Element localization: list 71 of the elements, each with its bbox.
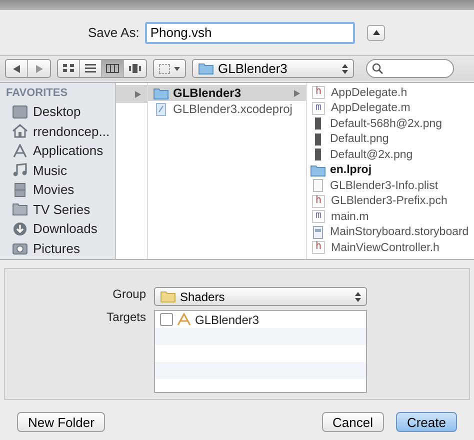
source-file-icon: m (312, 210, 325, 224)
sidebar-item[interactable]: rrendoncep... (33, 124, 110, 139)
header-file-icon: h (312, 241, 325, 254)
file-name[interactable]: Default.png (330, 133, 389, 146)
storyboard-file-icon (310, 226, 326, 239)
sidebar-item[interactable]: Desktop (33, 104, 81, 120)
view-mode-button[interactable] (102, 60, 124, 77)
folder-icon (310, 164, 326, 177)
checkbox[interactable] (160, 313, 173, 326)
file-name[interactable]: en.lproj (330, 164, 372, 176)
folder-icon (153, 86, 169, 100)
column-row[interactable] (116, 85, 147, 103)
file-name[interactable]: AppDelegate.h (331, 86, 408, 99)
source-file-icon: m (312, 102, 325, 115)
file-name[interactable]: MainViewController.h (331, 242, 440, 254)
project-file-icon (153, 102, 169, 116)
sidebar-item[interactable]: Movies (33, 182, 74, 198)
coverflow-view-icon (128, 64, 140, 73)
create-button[interactable]: Create (396, 412, 457, 432)
search-field[interactable] (366, 59, 454, 78)
music-note-icon (12, 163, 28, 178)
target-name: GLBlender3 (195, 312, 260, 326)
location-popup[interactable]: GLBlender3 (192, 59, 354, 78)
caret-icon (372, 30, 380, 35)
sidebar-item[interactable]: Music (33, 162, 67, 178)
file-name[interactable]: Default-568h@2x.png (330, 118, 442, 130)
file-row[interactable]: GLBlender3.xcodeproj (148, 101, 306, 117)
header-file-icon: h (312, 194, 325, 208)
column-view-icon (106, 64, 119, 73)
file-name[interactable]: MainStoryboard.storyboard (330, 226, 469, 238)
folder-icon (12, 202, 28, 216)
list-view-icon (85, 64, 96, 72)
file-name[interactable]: main.m (331, 210, 369, 223)
camera-icon (12, 241, 28, 256)
file-name[interactable]: Default@2x.png (330, 148, 413, 161)
file-row[interactable]: GLBlender3 (148, 85, 306, 101)
expand-button[interactable] (367, 24, 386, 40)
arrange-button[interactable] (153, 59, 186, 78)
download-icon (12, 222, 28, 236)
targets-label: Targets (106, 310, 146, 326)
forward-icon (36, 64, 42, 72)
document-icon (310, 179, 326, 192)
icon-view-icon (63, 64, 74, 72)
file-name[interactable]: AppDelegate.m (331, 102, 410, 114)
group-label: Group (112, 287, 146, 303)
sidebar-item[interactable]: Pictures (33, 240, 80, 256)
group-popup[interactable]: Shaders (154, 287, 367, 306)
save-as-label: Save As: (88, 25, 140, 40)
cancel-button[interactable]: Cancel (322, 412, 384, 432)
folder-icon (198, 62, 214, 75)
file-name[interactable]: GLBlender3-Info.plist (330, 180, 438, 192)
sidebar-item[interactable]: TV Series (33, 202, 90, 217)
back-icon (13, 64, 20, 72)
header-file-icon: h (312, 86, 325, 100)
stepper-icon (342, 64, 348, 74)
stepper-icon (355, 292, 361, 302)
house-icon (12, 124, 28, 138)
search-icon (372, 63, 383, 74)
app-target-icon (177, 313, 191, 326)
apps-icon (12, 144, 28, 158)
sidebar-heading: FAVORITES (5, 87, 69, 101)
film-icon (12, 182, 28, 197)
disclosure-arrow-icon (135, 90, 141, 98)
caret-icon (174, 66, 180, 70)
sidebar-item[interactable]: Applications (33, 143, 104, 158)
file-name[interactable]: GLBlender3-Prefix.pch (331, 195, 448, 208)
sidebar-item[interactable]: Downloads (33, 221, 98, 236)
desktop-icon (12, 104, 28, 119)
folder-icon (160, 290, 176, 303)
file-name-field[interactable]: Phong.vsh (145, 22, 356, 44)
new-folder-button[interactable]: New Folder (17, 412, 106, 432)
